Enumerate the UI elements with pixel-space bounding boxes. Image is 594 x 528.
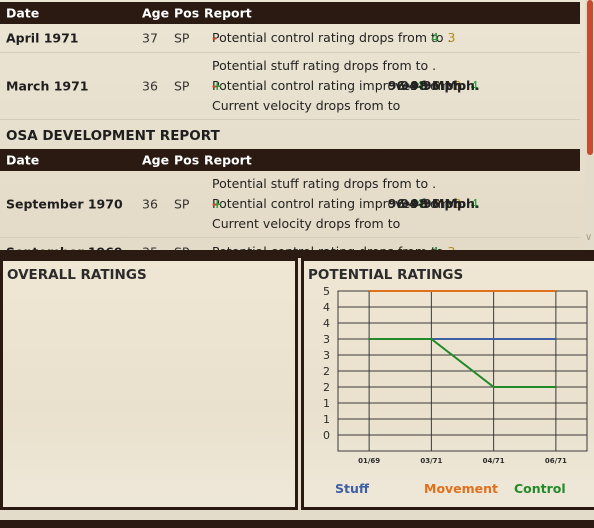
from-value: 4 (430, 30, 439, 45)
report-lines: - Potential stuff rating drops from 4 to … (212, 56, 480, 116)
row-age: 36 (142, 196, 158, 212)
table-header-osa: Date Age Pos Report (0, 149, 580, 171)
minus-icon: - (212, 30, 218, 45)
y-tick-label: 3 (323, 333, 330, 346)
header-pos: Pos (174, 152, 200, 168)
y-tick-label: 2 (323, 365, 330, 378)
report-row: April 1971 37 SP - Potential control rating … (0, 24, 580, 53)
row-age: 37 (142, 30, 158, 46)
overall-ratings-panel: OVERALL RATINGS (0, 258, 298, 510)
header-pos: Pos (174, 5, 200, 21)
minus-icon: - (212, 242, 222, 250)
y-tick-label: 0 (323, 429, 330, 442)
report-lines: - Potential stuff rating drops from 4 to … (212, 174, 480, 234)
to-value: 3 (447, 30, 456, 45)
x-tick-label: 06/71 (545, 457, 567, 465)
to-value: 3 (448, 242, 456, 250)
y-tick-label: 3 (323, 349, 330, 362)
y-tick-label: 5 (323, 285, 330, 298)
header-date: Date (6, 152, 40, 168)
header-age: Age (142, 152, 170, 168)
y-tick-label: 1 (323, 397, 330, 410)
report-row: September 1970 36 SP - Potential stuff ratin… (0, 171, 580, 238)
row-pos: SP (174, 196, 190, 212)
legend-movement: Movement (424, 481, 499, 496)
y-tick-label: 2 (323, 381, 330, 394)
bottom-bar (0, 520, 594, 528)
report-lines: -Potential control rating drops from 4 t… (212, 28, 455, 48)
row-pos: SP (174, 30, 190, 46)
minus-icon: - (212, 196, 218, 211)
header-age: Age (142, 5, 170, 21)
report-line: -Potential control rating drops from 4 t… (212, 28, 455, 48)
report-line: - Potential stuff rating drops from 4 to … (212, 56, 474, 93)
x-tick-label: 04/71 (483, 457, 505, 465)
minus-icon: - (212, 78, 218, 93)
report-line: - Current velocity drops from 96-98 Mph t… (212, 78, 480, 113)
potential-ratings-title: POTENTIAL RATINGS (308, 267, 464, 283)
development-report-list[interactable]: Date Age Pos Report April 1971 37 SP - Poten… (0, 0, 594, 250)
scroll-down-icon[interactable]: ∨ (585, 232, 592, 243)
row-pos: SP (174, 78, 190, 94)
x-tick-label: 03/71 (420, 457, 442, 465)
potential-ratings-chart: 5 4 4 3 3 2 2 1 1 0 01/69 03/71 04/71 06/71 (323, 285, 588, 465)
report-line: - Current velocity drops from 96-98 Mph t… (212, 196, 480, 231)
divider (0, 250, 594, 258)
table-header: Date Age Pos Report (0, 2, 580, 24)
series-line-control (369, 338, 556, 388)
header-report: Report (204, 5, 252, 21)
scrollbar-thumb[interactable] (587, 0, 593, 155)
y-tick-label: 4 (323, 317, 330, 330)
row-age: 36 (142, 78, 158, 94)
header-report: Report (204, 152, 252, 168)
row-date: April 1971 (6, 30, 79, 46)
row-date: March 1971 (6, 78, 89, 94)
to-value: 94-96 Mph. (400, 196, 480, 211)
header-date: Date (6, 5, 40, 21)
potential-ratings-panel: POTENTIAL RATINGS 5 4 4 3 3 2 2 1 1 0 01/69 03/71 04… (301, 258, 594, 510)
x-tick-label: 01/69 (358, 457, 380, 465)
report-lines: -Potential control rating drops from 4 t… (212, 242, 455, 250)
legend-control: Control (514, 481, 566, 496)
y-tick-label: 1 (323, 413, 330, 426)
report-line: -Potential control rating drops from 4 t… (212, 242, 455, 250)
section-title-osa: OSA DEVELOPMENT REPORT (6, 128, 220, 144)
row-date: September 1970 (6, 196, 123, 212)
report-row: March 1971 36 SP - Potential stuff rating dr… (0, 53, 580, 120)
legend-stuff: Stuff (335, 481, 370, 496)
from-value: 4 (431, 242, 439, 250)
report-row: September 196935SP-Potential control rat… (0, 238, 580, 250)
overall-ratings-title: OVERALL RATINGS (7, 267, 147, 283)
to-value: 94-96 Mph. (400, 78, 480, 93)
report-line: - Potential stuff rating drops from 4 to … (212, 174, 474, 211)
y-tick-label: 4 (323, 301, 330, 314)
